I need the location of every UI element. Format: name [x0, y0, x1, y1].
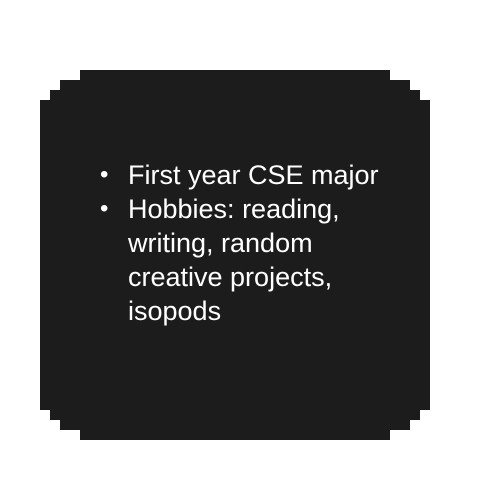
about-me-bullet-list: • First year CSE major • Hobbies: readin…	[100, 158, 408, 328]
bullet-text: First year CSE major	[128, 160, 379, 190]
pixel-rounded-card: • First year CSE major • Hobbies: readin…	[40, 70, 430, 440]
bullet-dot: •	[100, 195, 109, 222]
bullet-dot: •	[100, 161, 109, 188]
bullet-text: Hobbies: reading, writing, random creati…	[128, 194, 340, 326]
bullet-item-major: • First year CSE major	[100, 158, 408, 192]
slide-canvas: • First year CSE major • Hobbies: readin…	[0, 0, 500, 500]
bullet-item-hobbies: • Hobbies: reading, writing, random crea…	[100, 192, 408, 328]
